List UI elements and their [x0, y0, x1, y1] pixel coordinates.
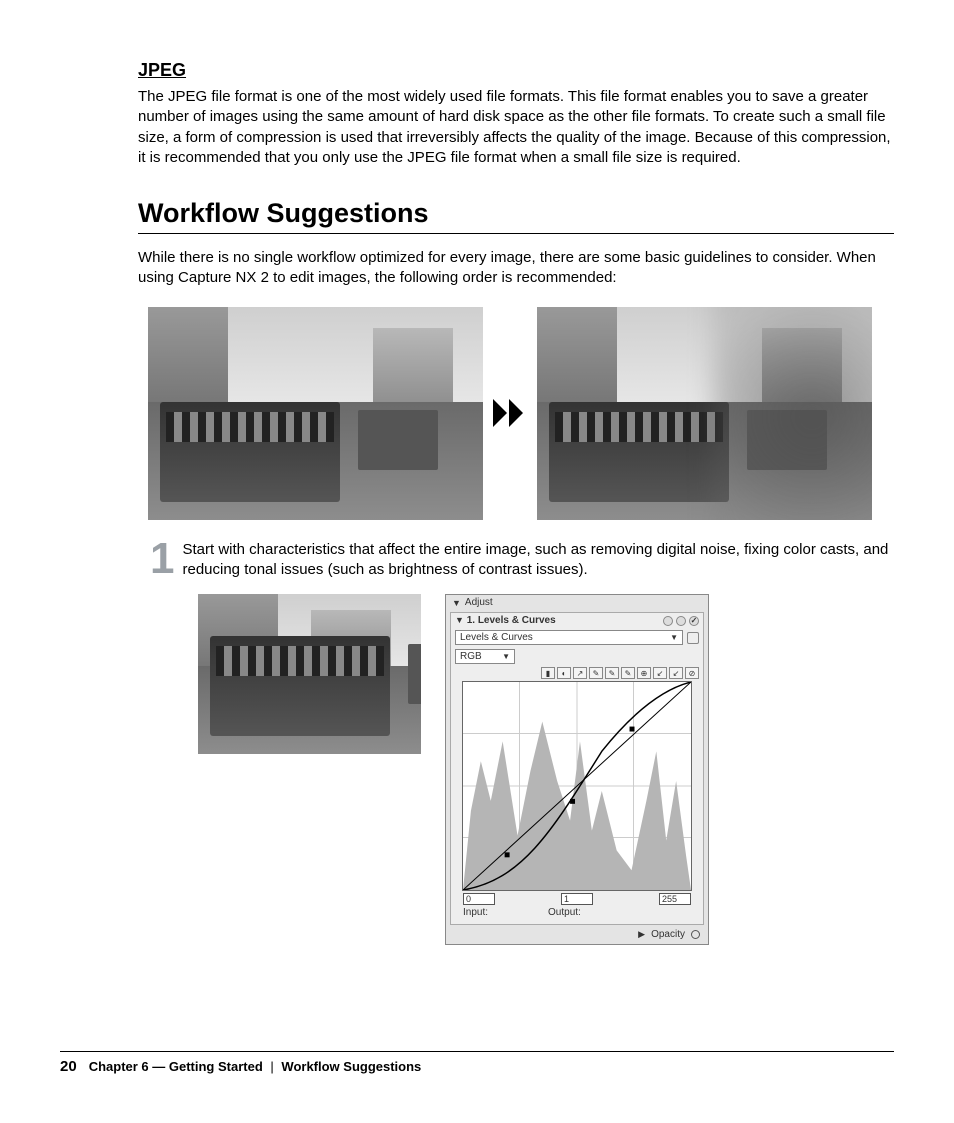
dropdown-label: Levels & Curves	[460, 632, 533, 643]
footer-section: Workflow Suggestions	[281, 1059, 421, 1074]
workflow-intro: While there is no single workflow optimi…	[138, 248, 894, 289]
dropdown-label: RGB	[460, 651, 482, 662]
tool-icon[interactable]: ↙	[653, 667, 667, 679]
figure-row-before-after	[138, 307, 894, 520]
tool-icon[interactable]: ⊘	[685, 667, 699, 679]
jpeg-heading: JPEG	[138, 60, 894, 81]
double-arrow-icon	[493, 399, 527, 427]
value-row: 0 1 255	[463, 893, 691, 905]
levels-curves-section: ▼ 1. Levels & Curves ✓ Levels & Curves ▼…	[450, 612, 704, 925]
panel-icon[interactable]	[663, 616, 673, 626]
page-number: 20	[60, 1058, 77, 1075]
tool-icon[interactable]: ◐	[557, 667, 571, 679]
section-title: 1. Levels & Curves	[467, 615, 556, 626]
photo-after	[537, 307, 872, 520]
tool-icon[interactable]: ↙	[669, 667, 683, 679]
adjust-label: Adjust	[465, 597, 493, 608]
adjust-header[interactable]: ▼ Adjust	[446, 595, 708, 610]
disclosure-triangle-icon[interactable]: ▼	[455, 615, 464, 625]
output-label: Output:	[548, 907, 581, 918]
adjust-panel: ▼ Adjust ▼ 1. Levels & Curves ✓ Levels &…	[445, 594, 709, 945]
input-label: Input:	[463, 907, 488, 918]
footer-separator: |	[270, 1059, 273, 1074]
tool-icon[interactable]: ✎	[605, 667, 619, 679]
adjustment-type-dropdown[interactable]: Levels & Curves ▼	[455, 630, 683, 645]
io-labels: Input: Output:	[463, 907, 691, 918]
disclosure-triangle-icon: ▼	[452, 598, 461, 608]
workflow-heading: Workflow Suggestions	[138, 198, 894, 234]
photo-before	[148, 307, 483, 520]
channel-dropdown[interactable]: RGB ▼	[455, 649, 515, 664]
input-max[interactable]: 255	[659, 893, 691, 905]
footer-chapter: Chapter 6 — Getting Started	[89, 1059, 263, 1074]
reset-icon[interactable]	[687, 632, 699, 644]
tool-icon[interactable]: ⊕	[637, 667, 651, 679]
curve-tools: ▮ ◐ ↗ ✎ ✎ ✎ ⊕ ↙ ↙ ⊘	[455, 667, 699, 679]
panel-icon[interactable]	[676, 616, 686, 626]
opacity-toggle[interactable]	[691, 930, 700, 939]
opacity-row[interactable]: ▶ Opacity	[446, 927, 708, 944]
step-number: 1	[150, 540, 174, 577]
step-text: Start with characteristics that affect t…	[182, 538, 894, 581]
opacity-label: Opacity	[651, 929, 685, 940]
tool-icon[interactable]: ✎	[621, 667, 635, 679]
jpeg-body: The JPEG file format is one of the most …	[138, 87, 894, 168]
chevron-down-icon: ▼	[502, 652, 510, 661]
tool-icon[interactable]: ↗	[573, 667, 587, 679]
triangle-right-icon: ▶	[638, 929, 645, 940]
histogram-curve[interactable]	[462, 681, 692, 891]
tool-icon[interactable]: ▮	[541, 667, 555, 679]
enable-checkbox[interactable]: ✓	[689, 616, 699, 626]
page-footer: 20 Chapter 6 — Getting Started | Workflo…	[60, 1051, 894, 1075]
tool-icon[interactable]: ✎	[589, 667, 603, 679]
photo-edited	[198, 594, 421, 754]
input-min[interactable]: 0	[463, 893, 495, 905]
gamma[interactable]: 1	[561, 893, 593, 905]
panel-row: ▼ Adjust ▼ 1. Levels & Curves ✓ Levels &…	[138, 594, 894, 945]
step-1: 1 Start with characteristics that affect…	[138, 538, 894, 581]
chevron-down-icon: ▼	[670, 633, 678, 642]
